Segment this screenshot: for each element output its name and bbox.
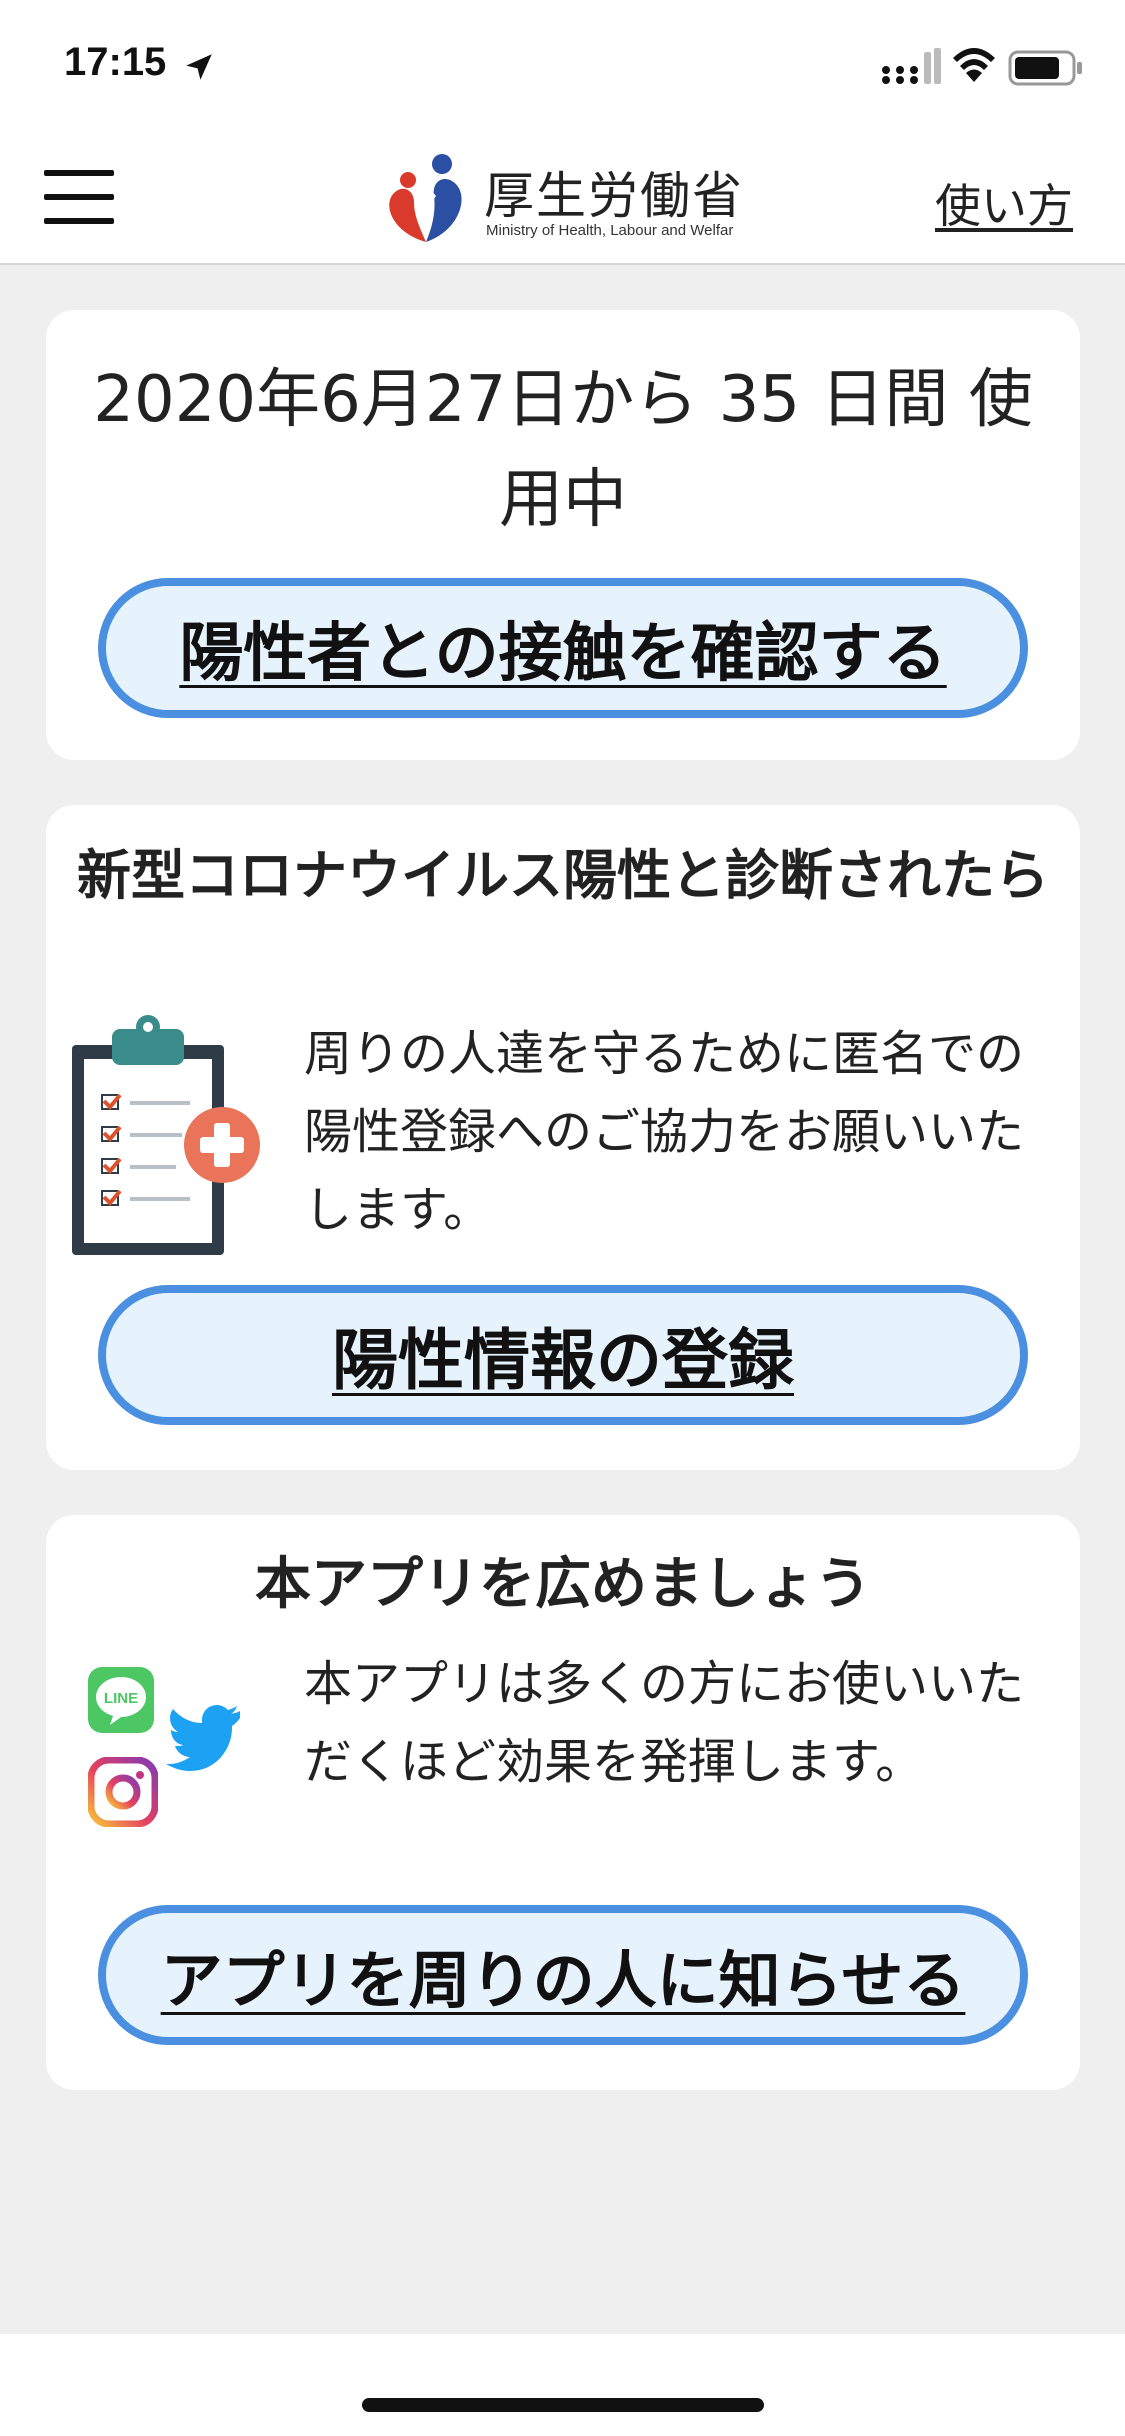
clipboard-icon [72,1015,260,1255]
line-icon[interactable]: LINE [88,1667,154,1733]
register-heading: 新型コロナウイルス陽性と診断されたら [77,844,1049,907]
register-body-text: 周りの人達を守るために匿名での陽性登録へのご協力をお願いいたします。 [304,1026,1025,1238]
howto-link[interactable]: 使い方 [935,170,1073,236]
usage-card: 2020年6月27日から 35 日間 使用中 陽性者との接触を確認する [46,310,1080,760]
cellular-signal-icon [882,48,941,84]
status-bar: 17:15 [0,0,1125,130]
ministry-logo: 厚生労働省 Ministry of Health, Labour and Wel… [380,150,760,250]
svg-text:LINE: LINE [104,1690,138,1707]
hamburger-menu-icon[interactable] [44,166,116,228]
home-indicator[interactable] [362,2398,764,2412]
share-card: 本アプリを広めましょう LINE 本アプリは多くの方にお使いいただくほど効果を発… [46,1515,1080,2090]
share-body-text: 本アプリは多くの方にお使いいただくほど効果を発揮します。 [304,1656,1025,1790]
logo-title: 厚生労働省 [484,167,744,225]
wifi-icon [953,48,995,82]
battery-icon [1008,50,1082,86]
logo-subtitle: Ministry of Health, Labour and Welfar [486,222,734,239]
usage-duration-text: 2020年6月27日から 35 日間 使用中 [93,363,1033,537]
ministry-logo-mark-icon [389,154,462,242]
status-time: 17:15 [64,40,167,84]
home-indicator-area [0,2334,1125,2436]
nav-bar: 厚生労働省 Ministry of Health, Labour and Wel… [0,130,1125,265]
check-contact-button[interactable]: 陽性者との接触を確認する [98,578,1028,718]
register-positive-button[interactable]: 陽性情報の登録 [98,1285,1028,1425]
location-arrow-icon [186,54,212,80]
share-heading: 本アプリを広めましょう [255,1552,871,1617]
register-card: 新型コロナウイルス陽性と診断されたら 周りの人達を守るために匿名での陽性登録への… [46,805,1080,1470]
instagram-icon[interactable] [88,1757,158,1827]
share-app-button[interactable]: アプリを周りの人に知らせる [98,1905,1028,2045]
twitter-icon[interactable] [166,1705,242,1771]
